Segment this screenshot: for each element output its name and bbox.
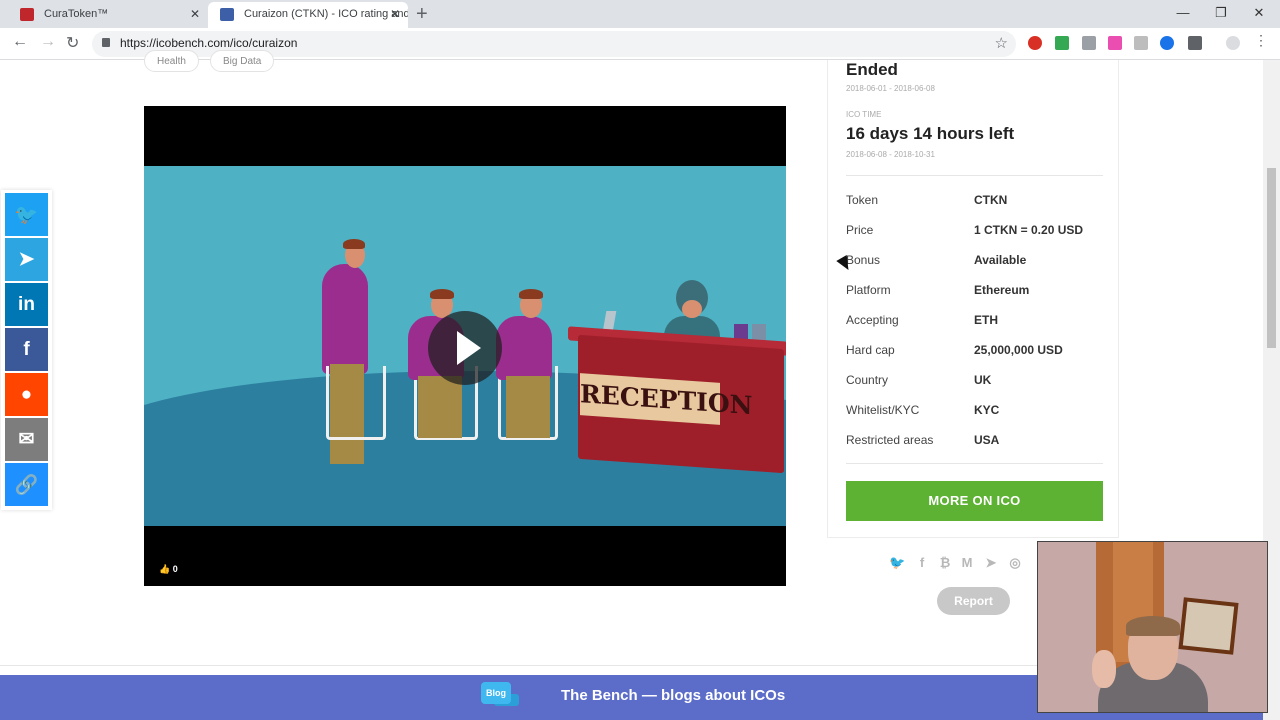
divider <box>846 175 1103 176</box>
detail-value: USA <box>974 433 1000 447</box>
extension-icon[interactable] <box>1108 36 1122 50</box>
extension-icon[interactable] <box>1160 36 1174 50</box>
adblock-extension-icon[interactable] <box>1028 36 1042 50</box>
twitter-icon[interactable]: 🐦 <box>889 555 905 571</box>
share-facebook-button[interactable]: f <box>5 328 48 371</box>
extension-icon[interactable] <box>1134 36 1148 50</box>
like-count: 0 <box>172 564 178 574</box>
new-tab-button[interactable]: + <box>416 2 428 26</box>
email-icon: ✉ <box>18 429 35 450</box>
share-copy-link-button[interactable]: 🔗 <box>5 463 48 506</box>
detail-value: UK <box>974 373 992 387</box>
close-tab-icon[interactable]: ✕ <box>190 2 200 26</box>
webcam-overlay <box>1037 541 1268 713</box>
browser-tab-strip: CuraToken™ ✕ Curaizon (CTKN) - ICO ratin… <box>0 0 1280 28</box>
url-text[interactable]: https://icobench.com/ico/curaizon <box>120 36 297 50</box>
detail-value: KYC <box>974 403 1000 417</box>
divider <box>846 463 1103 464</box>
linkedin-icon: in <box>18 293 35 315</box>
share-linkedin-button[interactable]: in <box>5 283 48 326</box>
detail-label: Whitelist/KYC <box>846 403 920 417</box>
detail-label: Hard cap <box>846 343 895 357</box>
tag-health[interactable]: Health <box>144 50 199 72</box>
detail-value: ETH <box>974 313 998 327</box>
ico-time-left: 16 days 14 hours left <box>846 124 1015 143</box>
lock-icon <box>102 38 110 47</box>
ico-info-card: Ended 2018-06-01 - 2018-06-08 ICO TIME 1… <box>827 60 1119 538</box>
website-icon[interactable]: ◎ <box>1007 555 1023 571</box>
telegram-icon[interactable]: ➤ <box>983 555 999 571</box>
detail-value: Ethereum <box>974 283 1030 297</box>
menu-kebab-icon[interactable]: ⋮ <box>1254 32 1268 48</box>
ico-dates: 2018-06-08 - 2018-10-31 <box>846 150 935 159</box>
profile-avatar-icon[interactable] <box>1226 36 1240 50</box>
scrollbar-thumb[interactable] <box>1267 168 1276 348</box>
curatoken-favicon-icon <box>20 8 34 21</box>
detail-label: Accepting <box>846 313 899 327</box>
facebook-icon[interactable]: f <box>914 555 930 570</box>
report-button[interactable]: Report <box>937 587 1010 615</box>
detail-value: Available <box>974 253 1027 267</box>
more-on-ico-button[interactable]: MORE ON ICO <box>846 481 1103 521</box>
facebook-icon: f <box>23 338 30 360</box>
share-twitter-button[interactable]: 🐦 <box>5 193 48 236</box>
share-rail: 🐦 ➤ in f ● ✉ 🔗 <box>1 190 52 510</box>
window-close-button[interactable]: ✕ <box>1240 0 1278 26</box>
share-reddit-button[interactable]: ● <box>5 373 48 416</box>
icobench-favicon-icon <box>220 8 234 21</box>
twitter-icon: 🐦 <box>14 204 39 226</box>
thumbs-up-icon: 👍 <box>159 564 171 574</box>
detail-label: Restricted areas <box>846 433 934 447</box>
video-likes[interactable]: 👍 0 <box>159 564 178 575</box>
detail-label: Token <box>846 193 879 207</box>
extension-icon[interactable] <box>1082 36 1096 50</box>
detail-label: Country <box>846 373 889 387</box>
blog-banner-text[interactable]: The Bench — blogs about ICOs <box>561 687 785 704</box>
telegram-icon: ➤ <box>18 249 35 270</box>
bitcointalk-icon[interactable]: ₿ <box>937 555 953 570</box>
video-player[interactable]: RECEPTION 👍 0 <box>144 106 786 586</box>
forward-icon[interactable]: → <box>40 33 56 51</box>
extension-icon[interactable] <box>1055 36 1069 50</box>
link-icon: 🔗 <box>14 474 39 496</box>
detail-label: Platform <box>846 283 891 297</box>
detail-value: CTKN <box>974 193 1008 207</box>
blog-badge: Blog <box>481 682 511 704</box>
reload-icon[interactable]: ↻ <box>66 33 79 53</box>
tab-curaizon[interactable]: Curaizon (CTKN) - ICO rating and ✕ <box>208 2 408 28</box>
tab-title: CuraToken™ <box>44 8 109 20</box>
eyedropper-extension-icon[interactable] <box>1188 36 1202 50</box>
minimize-button[interactable]: — <box>1164 0 1202 26</box>
play-button[interactable] <box>428 311 502 385</box>
back-icon[interactable]: ← <box>12 33 28 51</box>
detail-label: Price <box>846 223 874 237</box>
reddit-icon: ● <box>20 383 33 405</box>
medium-icon[interactable]: M <box>959 555 975 570</box>
tab-title: Curaizon (CTKN) - ICO rating and <box>244 8 408 20</box>
share-telegram-button[interactable]: ➤ <box>5 238 48 281</box>
detail-value: 25,000,000 USD <box>974 343 1063 357</box>
tag-big-data[interactable]: Big Data <box>210 50 275 72</box>
share-email-button[interactable]: ✉ <box>5 418 48 461</box>
detail-value: 1 CTKN = 0.20 USD <box>974 223 1084 237</box>
restore-button[interactable]: ❐ <box>1202 0 1240 26</box>
bookmark-star-icon[interactable]: ☆ <box>995 34 1008 52</box>
close-tab-icon[interactable]: ✕ <box>390 2 400 26</box>
play-icon <box>457 331 481 365</box>
presale-status: Ended <box>846 60 898 79</box>
tab-curatoken[interactable]: CuraToken™ ✕ <box>8 2 208 28</box>
ico-time-label: ICO TIME <box>846 110 882 119</box>
presale-dates: 2018-06-01 - 2018-06-08 <box>846 84 935 93</box>
